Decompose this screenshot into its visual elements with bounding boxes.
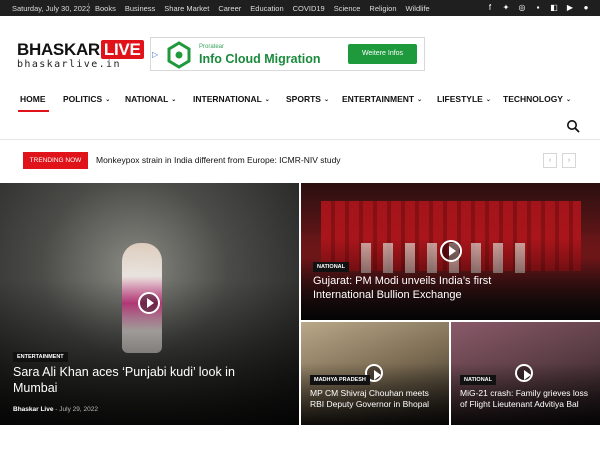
- nav-label: NATIONAL: [125, 94, 169, 104]
- instagram-icon[interactable]: ◎: [518, 2, 526, 14]
- trending-badge: TRENDING NOW: [23, 152, 88, 169]
- nav-home[interactable]: HOME: [20, 94, 46, 104]
- flipboard-icon[interactable]: ◧: [550, 2, 558, 14]
- logo-domain: bhaskarlive.in: [17, 59, 121, 70]
- active-tab-indicator: [18, 110, 49, 112]
- current-date: Saturday, July 30, 2022: [12, 4, 91, 13]
- trending-prev-button[interactable]: ‹: [543, 153, 557, 168]
- chevron-down-icon: ⌄: [105, 97, 111, 103]
- nav-national[interactable]: NATIONAL ⌄: [125, 94, 176, 104]
- nav-label: TECHNOLOGY: [503, 94, 563, 104]
- category-badge[interactable]: ENTERTAINMENT: [13, 352, 68, 362]
- hexagon-logo-icon: [167, 41, 191, 69]
- nav-sports[interactable]: SPORTS ⌄: [286, 94, 329, 104]
- ad-brand: Proratear: [199, 44, 225, 50]
- top-bar: Saturday, July 30, 2022 Books Business S…: [0, 0, 600, 16]
- site-logo[interactable]: BHASKAR LIVE bhaskarlive.in: [17, 40, 145, 72]
- nav-label: HOME: [20, 94, 46, 104]
- author-name[interactable]: Bhaskar Live: [13, 406, 53, 413]
- logo-wordmark: BHASKAR LIVE: [17, 40, 144, 60]
- story-title[interactable]: Gujarat: PM Modi unveils India’s first I…: [313, 275, 543, 303]
- trending-headline[interactable]: Monkeypox strain in India different from…: [96, 155, 341, 165]
- chevron-down-icon: ⌄: [171, 97, 177, 103]
- nav-international[interactable]: INTERNATIONAL ⌄: [193, 94, 270, 104]
- ad-choices-icon[interactable]: ▷: [152, 50, 158, 59]
- header-divider: [0, 139, 600, 140]
- top-link-science[interactable]: Science: [334, 4, 361, 13]
- chevron-down-icon: ⌄: [264, 97, 270, 103]
- nav-label: POLITICS: [63, 94, 103, 104]
- logo-live-badge: LIVE: [100, 40, 144, 59]
- story-byline: Bhaskar Live - July 29, 2022: [13, 406, 98, 413]
- category-badge[interactable]: NATIONAL: [313, 262, 350, 272]
- nav-label: ENTERTAINMENT: [342, 94, 415, 104]
- top-link-career[interactable]: Career: [218, 4, 241, 13]
- ad-cta-button[interactable]: Weitere Infos: [348, 44, 417, 64]
- chevron-down-icon: ⌄: [417, 97, 423, 103]
- category-badge[interactable]: NATIONAL: [460, 375, 497, 385]
- nav-lifestyle[interactable]: LIFESTYLE ⌄: [437, 94, 491, 104]
- featured-story[interactable]: ENTERTAINMENT Sara Ali Khan aces ‘Punjab…: [0, 183, 299, 425]
- search-icon[interactable]: [566, 119, 580, 133]
- main-nav: HOME POLITICS ⌄ NATIONAL ⌄ INTERNATIONAL ⌄ …: [0, 89, 600, 113]
- social-icons: f ✦ ◎ ▪ ◧ ▶ ●: [486, 2, 590, 14]
- play-icon[interactable]: [138, 292, 160, 314]
- chevron-down-icon: ⌄: [485, 97, 491, 103]
- chevron-down-icon: ⌄: [323, 97, 329, 103]
- story-date: July 29, 2022: [59, 406, 98, 413]
- top-link-share-market[interactable]: Share Market: [164, 4, 209, 13]
- play-icon[interactable]: [440, 240, 462, 262]
- facebook-icon[interactable]: f: [486, 2, 494, 14]
- nav-entertainment[interactable]: ENTERTAINMENT ⌄: [342, 94, 422, 104]
- story-title[interactable]: Sara Ali Khan aces ‘Punjabi kudi’ look i…: [13, 365, 253, 396]
- nav-label: INTERNATIONAL: [193, 94, 262, 104]
- chevron-down-icon: ⌄: [565, 97, 572, 103]
- youtube-icon[interactable]: ▶: [566, 2, 574, 14]
- story-card[interactable]: NATIONAL MiG-21 crash: Family grieves lo…: [451, 322, 600, 425]
- linkedin-icon[interactable]: ▪: [534, 2, 542, 14]
- nav-technology[interactable]: TECHNOLOGY ⌄: [503, 94, 571, 104]
- trending-next-button[interactable]: ›: [562, 153, 576, 168]
- ad-headline: Info Cloud Migration: [199, 52, 321, 66]
- top-link-books[interactable]: Books: [95, 4, 116, 13]
- top-links: Books Business Share Market Career Educa…: [95, 4, 430, 13]
- top-link-business[interactable]: Business: [125, 4, 155, 13]
- top-link-religion[interactable]: Religion: [369, 4, 396, 13]
- top-link-wildlife[interactable]: Wildlife: [406, 4, 430, 13]
- top-link-education[interactable]: Education: [250, 4, 283, 13]
- story-title[interactable]: MiG-21 crash: Family grieves loss of Fli…: [460, 388, 596, 409]
- logo-main: BHASKAR: [17, 40, 100, 59]
- nav-label: SPORTS: [286, 94, 321, 104]
- nav-politics[interactable]: POLITICS ⌄: [63, 94, 110, 104]
- divider: [88, 3, 89, 13]
- play-icon[interactable]: [515, 364, 533, 382]
- pinterest-icon[interactable]: ●: [582, 2, 590, 14]
- ad-banner[interactable]: ▷ Proratear Info Cloud Migration Weitere…: [150, 37, 425, 71]
- story-title[interactable]: MP CM Shivraj Chouhan meets RBI Deputy G…: [310, 388, 444, 409]
- story-card[interactable]: NATIONAL Gujarat: PM Modi unveils India’…: [301, 183, 600, 320]
- category-badge[interactable]: MADHYA PRADESH: [310, 375, 370, 385]
- top-link-covid19[interactable]: COVID19: [293, 4, 325, 13]
- twitter-icon[interactable]: ✦: [502, 2, 510, 14]
- story-card[interactable]: MADHYA PRADESH MP CM Shivraj Chouhan mee…: [301, 322, 449, 425]
- nav-label: LIFESTYLE: [437, 94, 483, 104]
